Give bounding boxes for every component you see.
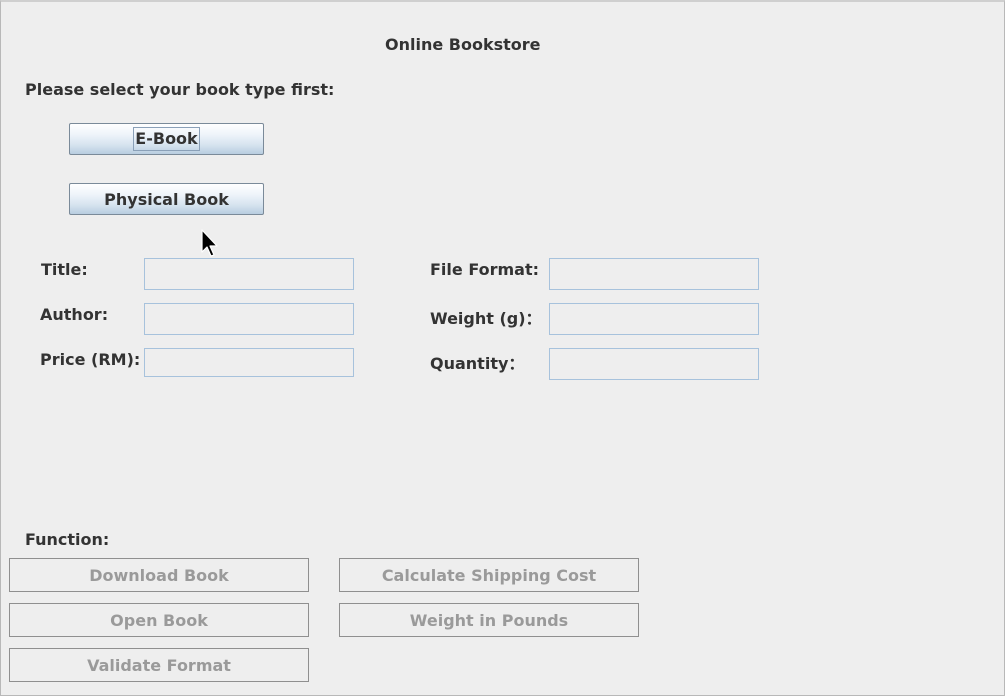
validate-format-button[interactable]: Validate Format (9, 648, 309, 682)
author-label: Author: (40, 305, 109, 324)
weight-label: Weight (g)： (430, 309, 542, 328)
weight-field[interactable] (549, 303, 759, 335)
download-book-button[interactable]: Download Book (9, 558, 309, 592)
author-field[interactable] (144, 303, 354, 335)
file-format-field[interactable] (549, 258, 759, 290)
calculate-shipping-cost-button[interactable]: Calculate Shipping Cost (339, 558, 639, 592)
weight-in-pounds-button[interactable]: Weight in Pounds (339, 603, 639, 637)
physical-book-button-label: Physical Book (104, 189, 229, 209)
price-label: Price (RM): (40, 350, 141, 369)
ebook-button-label: E-Book (133, 127, 200, 151)
function-heading: Function: (25, 530, 110, 549)
open-book-button[interactable]: Open Book (9, 603, 309, 637)
title-field[interactable] (144, 258, 354, 290)
arrow-pointer-icon (201, 229, 218, 257)
price-field[interactable] (144, 348, 354, 377)
ebook-button[interactable]: E-Book (69, 123, 264, 155)
book-type-prompt: Please select your book type first: (25, 80, 335, 99)
title-label: Title: (41, 260, 88, 279)
quantity-field[interactable] (549, 348, 759, 380)
page-title: Online Bookstore (385, 35, 541, 54)
physical-book-button[interactable]: Physical Book (69, 183, 264, 215)
quantity-label: Quantity： (430, 354, 525, 373)
file-format-label: File Format: (430, 260, 539, 279)
